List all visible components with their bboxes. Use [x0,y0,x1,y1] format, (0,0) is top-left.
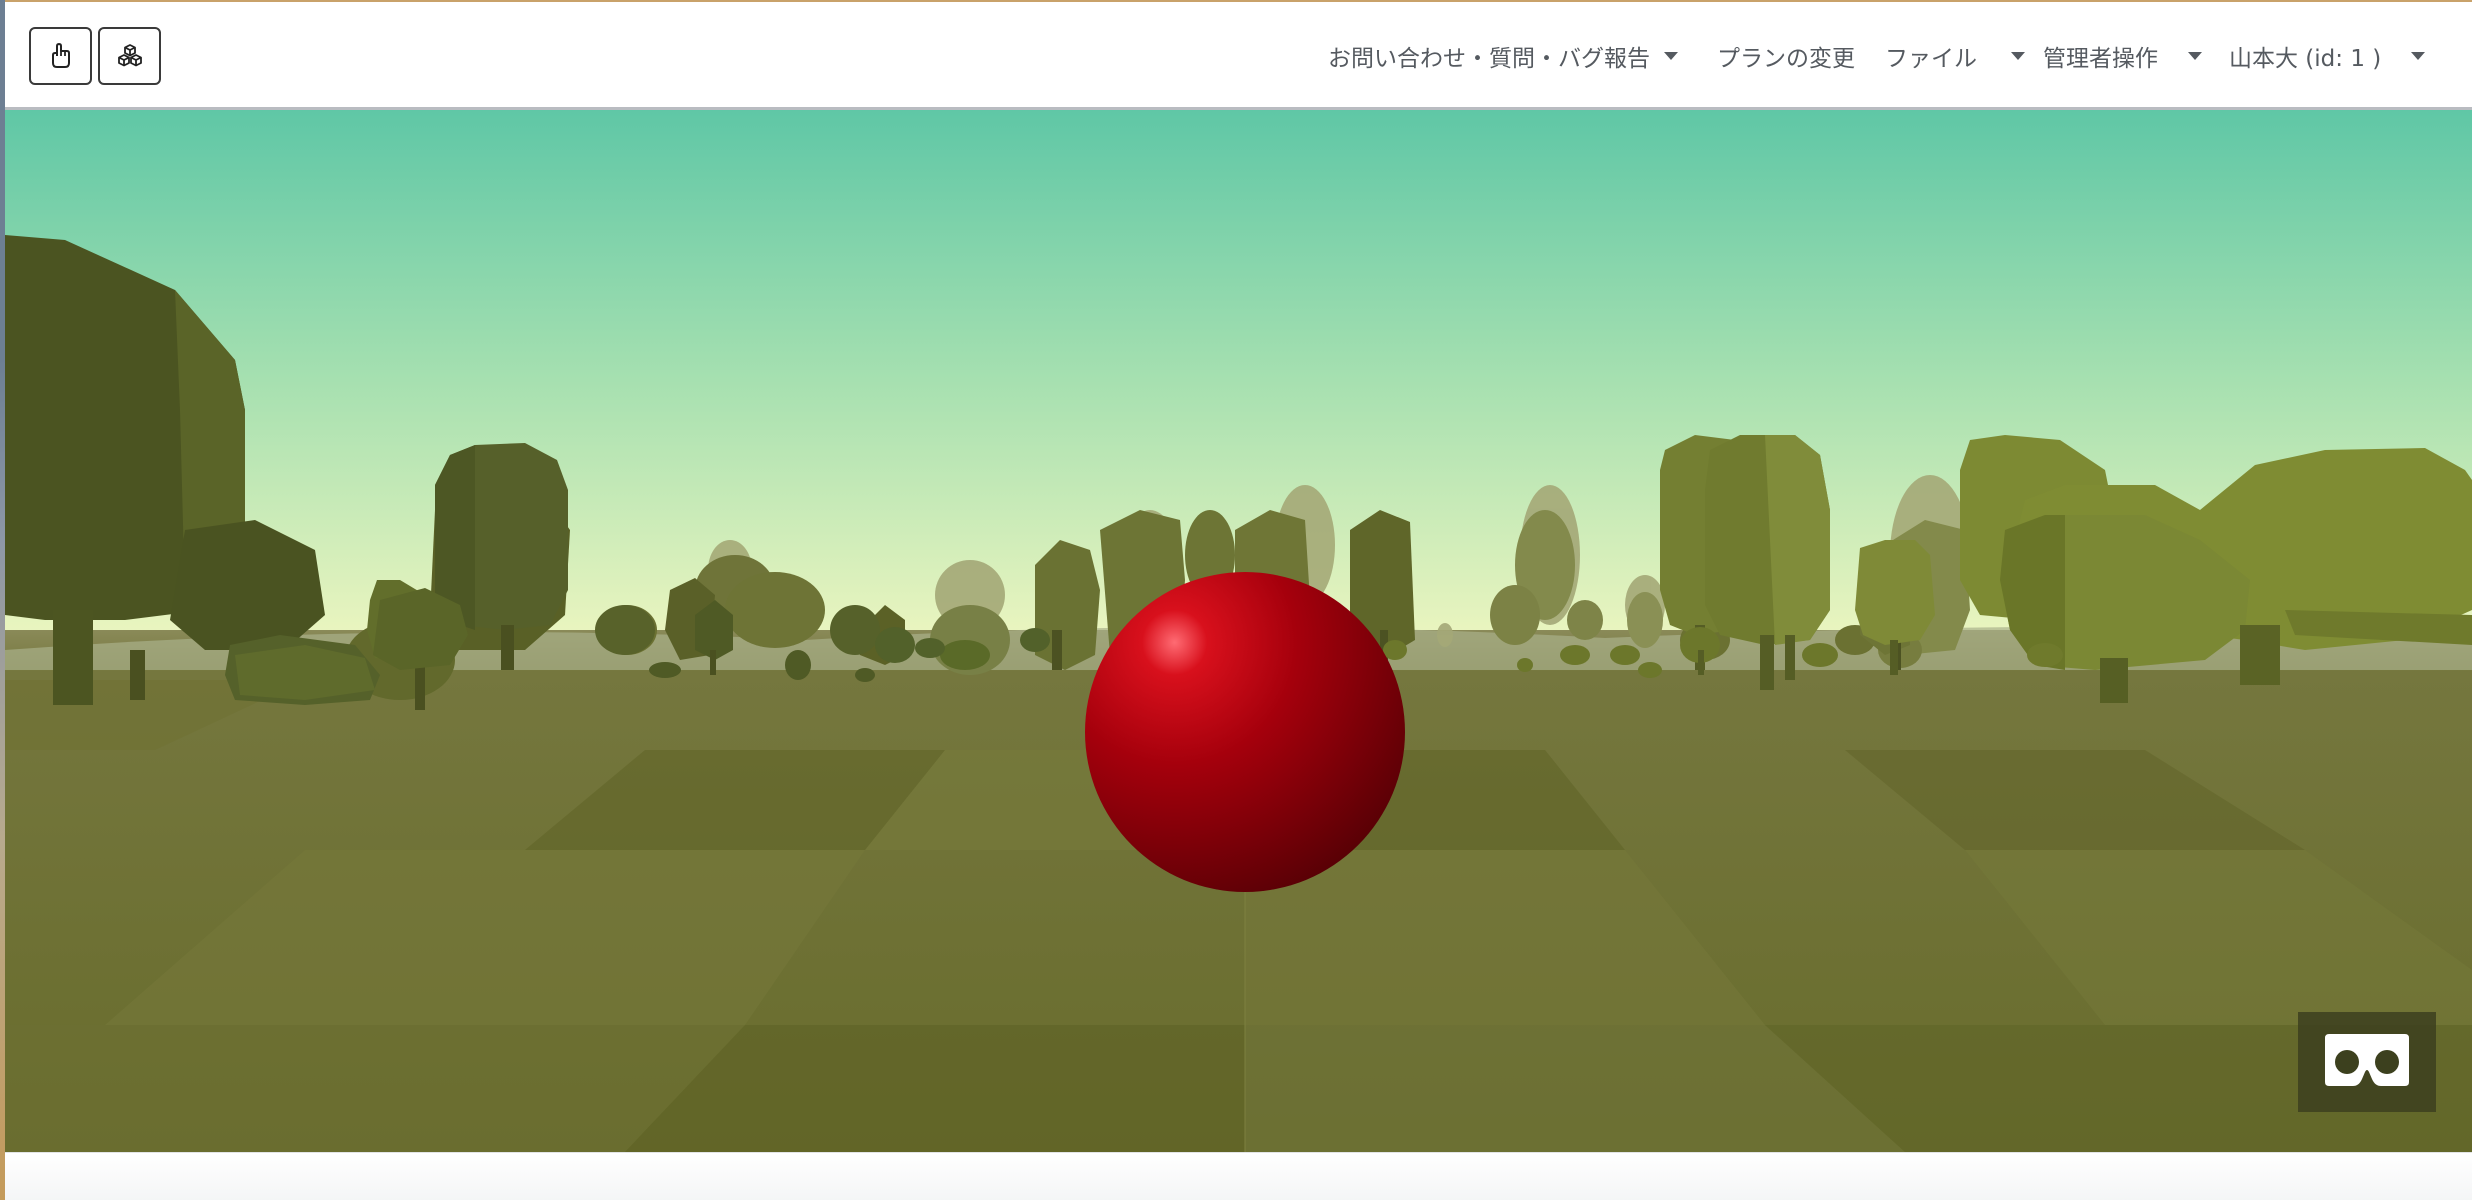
file-menu[interactable]: ファイル [1885,2,2025,110]
caret-down-icon [2011,52,2025,60]
caret-down-icon [1664,52,1678,60]
admin-menu-label: 管理者操作 [2043,46,2158,72]
app-window: お問い合わせ・質問・バグ報告 プランの変更 ファイル 管理者操作 山本大 (id… [5,2,2472,1200]
scene-render [5,110,2472,1152]
3d-scene-canvas[interactable] [5,110,2472,1152]
contact-menu-label: お問い合わせ・質問・バグ報告 [1328,46,1650,72]
file-menu-label: ファイル [1885,46,1977,72]
vr-mode-button[interactable] [2298,1012,2436,1112]
red-ball [1085,572,1405,892]
top-navbar: お問い合わせ・質問・バグ報告 プランの変更 ファイル 管理者操作 山本大 (id… [5,2,2472,110]
vr-headset-icon [2325,1034,2409,1086]
cubes-icon [117,44,142,67]
contact-menu[interactable]: お問い合わせ・質問・バグ報告 [1328,2,1678,110]
hand-pointer-icon [51,43,70,68]
caret-down-icon [2411,52,2426,60]
blocks-tool-button[interactable] [98,27,161,85]
user-menu-label: 山本大 (id: 1 ) [2229,46,2382,72]
footer-panel [5,1152,2472,1200]
hand-tool-button[interactable] [29,27,92,85]
admin-menu[interactable]: 管理者操作 [2043,2,2202,110]
caret-down-icon [2188,52,2202,60]
user-menu[interactable]: 山本大 (id: 1 ) [2229,2,2426,110]
change-plan-label: プランの変更 [1717,46,1855,72]
change-plan-link[interactable]: プランの変更 [1717,2,1855,110]
